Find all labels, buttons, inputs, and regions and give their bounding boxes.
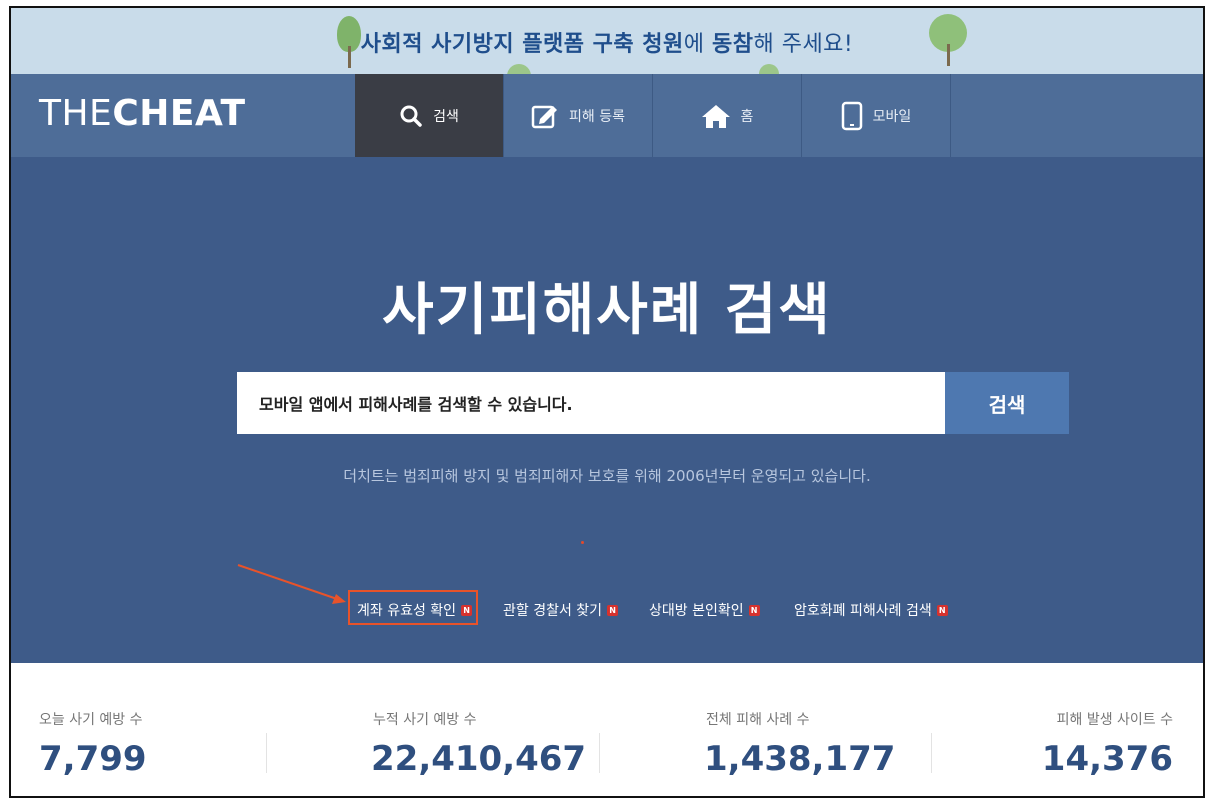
page-frame: 사회적 사기방지 플랫폼 구축 청원에 동참해 주세요! THECHEAT 검색… — [9, 6, 1205, 798]
nav-mobile-label: 모바일 — [872, 108, 912, 125]
stat-label: 오늘 사기 예방 수 — [39, 712, 143, 728]
banner-text[interactable]: 사회적 사기방지 플랫폼 구축 청원에 동참해 주세요! — [11, 26, 1203, 58]
logo-light-text: THE — [39, 93, 113, 134]
stat-divider — [931, 733, 932, 773]
search-button[interactable]: 검색 — [945, 372, 1069, 434]
banner-text-4: 해 주세요! — [753, 32, 854, 57]
annotation-arrow-icon — [237, 564, 346, 604]
highlight-annotation-box — [348, 590, 478, 625]
quick-link-label: 암호화폐 피해사례 검색 — [794, 603, 932, 619]
stat-label: 피해 발생 사이트 수 — [1056, 712, 1173, 728]
stat-label: 누적 사기 예방 수 — [373, 712, 477, 728]
banner-join-text: 동참 — [711, 32, 754, 57]
quick-link-label: 상대방 본인확인 — [649, 603, 744, 619]
nav-mobile-tab[interactable]: 모바일 — [802, 74, 951, 157]
logo-bold-text: CHEAT — [112, 93, 246, 134]
stat-value: 1,438,177 — [704, 739, 896, 779]
search-bar: 검색 — [237, 372, 1069, 434]
quick-link-identity-check[interactable]: 상대방 본인확인 N — [649, 600, 760, 620]
new-badge: N — [748, 604, 760, 616]
bush-right-decoration — [759, 64, 779, 74]
nav-home-tab[interactable]: 홈 — [653, 74, 802, 157]
nav-report-label: 피해 등록 — [569, 108, 625, 125]
banner-text-2: 에 — [683, 32, 712, 57]
search-icon — [399, 104, 423, 128]
quick-link-label: 관할 경찰서 찾기 — [503, 603, 603, 619]
nav-report-tab[interactable]: 피해 등록 — [504, 74, 653, 157]
new-badge: N — [936, 604, 948, 616]
home-icon — [701, 103, 731, 129]
stat-total-cases: 전체 피해 사례 수 1,438,177 — [704, 709, 895, 779]
quick-link-crypto-search[interactable]: 암호화폐 피해사례 검색 N — [794, 600, 948, 620]
stat-sites: 피해 발생 사이트 수 14,376 — [1042, 709, 1173, 779]
mobile-icon — [841, 101, 863, 131]
stat-value: 14,376 — [1041, 739, 1173, 779]
nav-search-tab[interactable]: 검색 — [355, 74, 504, 157]
stat-value: 22,410,467 — [371, 739, 587, 779]
page-title: 사기피해사례 검색 — [382, 278, 832, 343]
edit-icon — [531, 103, 559, 129]
search-input[interactable] — [237, 372, 945, 434]
nav-search-label: 검색 — [433, 108, 459, 125]
site-logo[interactable]: THECHEAT — [39, 93, 246, 134]
stat-divider — [599, 733, 600, 773]
red-dot-decoration — [581, 541, 584, 544]
stat-label: 전체 피해 사례 수 — [706, 712, 810, 728]
stats-bar: 오늘 사기 예방 수 7,799 누적 사기 예방 수 22,410,467 전… — [11, 663, 1203, 796]
quick-link-police-station[interactable]: 관할 경찰서 찾기 N — [503, 600, 619, 620]
nav-home-label: 홈 — [740, 108, 754, 125]
stat-value: 7,799 — [39, 739, 147, 779]
stat-divider — [266, 733, 267, 773]
stat-total-prevented: 누적 사기 예방 수 22,410,467 — [371, 709, 586, 779]
tree-right-icon — [929, 14, 969, 68]
stat-today-prevented: 오늘 사기 예방 수 7,799 — [39, 709, 147, 779]
site-tagline: 더치트는 범죄피해 방지 및 범죄피해자 보호를 위해 2006년부터 운영되고… — [343, 467, 871, 485]
petition-banner[interactable]: 사회적 사기방지 플랫폼 구축 청원에 동참해 주세요! — [11, 8, 1203, 76]
banner-petition-text: 사회적 사기방지 플랫폼 구축 청원 — [360, 32, 684, 57]
new-badge: N — [607, 604, 619, 616]
hero-section: 사기피해사례 검색 검색 더치트는 범죄피해 방지 및 범죄피해자 보호를 위해… — [11, 157, 1203, 663]
main-navigation: THECHEAT 검색 피해 등록 홈 모바일 — [11, 74, 1203, 158]
